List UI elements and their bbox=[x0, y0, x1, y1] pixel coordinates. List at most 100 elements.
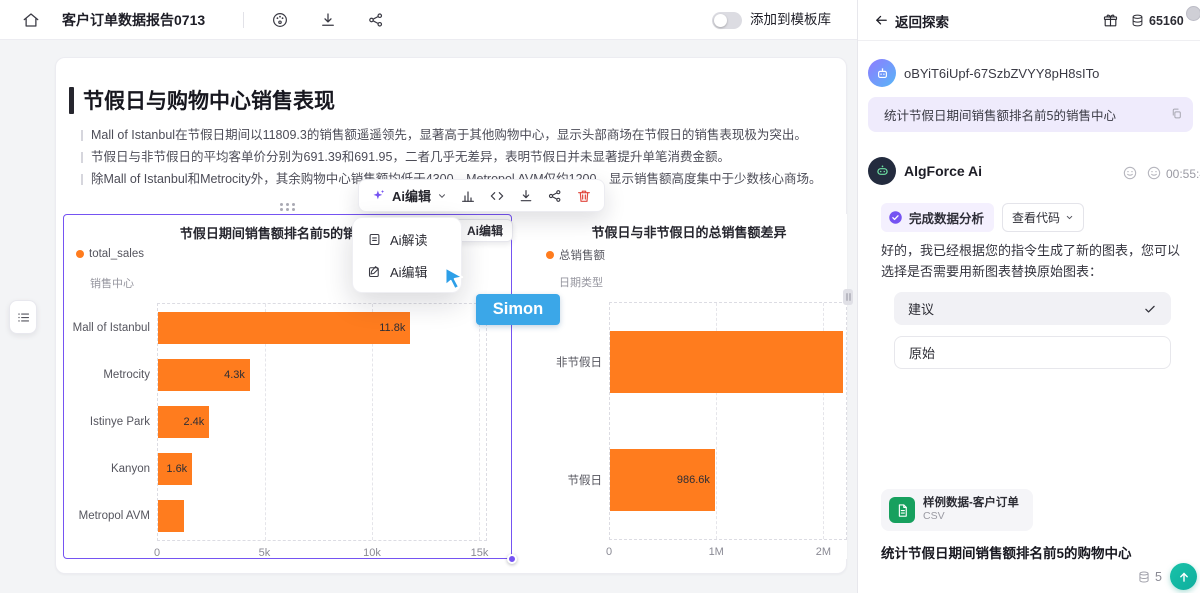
smiley-icon bbox=[1122, 165, 1138, 181]
view-code-button[interactable] bbox=[489, 188, 505, 204]
copy-button[interactable] bbox=[1170, 107, 1183, 120]
x-tick-label: 15k bbox=[471, 547, 489, 559]
chart-holiday-vs-nonholiday[interactable]: 节假日与非节假日的总销售额差异 总销售额 日期类型 非节假日节假日986.6k … bbox=[531, 214, 847, 559]
share-icon bbox=[367, 11, 385, 29]
drag-handle[interactable] bbox=[280, 203, 296, 211]
legend-label: total_sales bbox=[89, 248, 144, 260]
download-report-button[interactable] bbox=[319, 11, 337, 29]
menu-item-label: Ai编辑 bbox=[390, 262, 428, 281]
theme-button[interactable] bbox=[271, 11, 289, 29]
x-tick-label: 2M bbox=[816, 546, 831, 558]
copy-icon bbox=[1170, 107, 1183, 120]
bar-节假日: 986.6k bbox=[610, 449, 715, 511]
menu-item-ai-interpret[interactable]: Ai解读 bbox=[358, 223, 456, 255]
panel-header: 返回探索 65160 bbox=[858, 0, 1200, 41]
legend-marker bbox=[76, 250, 84, 258]
reaction-button[interactable] bbox=[1146, 165, 1162, 181]
datasource-card[interactable]: 样例数据-客户订单 CSV bbox=[881, 489, 1033, 531]
code-icon bbox=[489, 188, 505, 204]
category-label: Istinye Park bbox=[90, 416, 150, 428]
outline-button[interactable] bbox=[9, 300, 37, 334]
back-to-explore-button[interactable]: 返回探索 bbox=[874, 0, 949, 41]
check-icon bbox=[1143, 302, 1157, 316]
collaborator-cursor-icon bbox=[441, 265, 467, 293]
chart-legend: total_sales bbox=[76, 248, 144, 260]
arrow-up-icon bbox=[1177, 570, 1191, 584]
credits-counter[interactable]: 65160 bbox=[1130, 0, 1184, 41]
bar-Istinye Park: 2.4k bbox=[158, 406, 209, 438]
analysis-status-row: 完成数据分析 查看代码 bbox=[881, 203, 1084, 232]
x-tick-label: 10k bbox=[363, 547, 381, 559]
rewards-button[interactable] bbox=[1102, 12, 1119, 29]
category-label: Metropol AVM bbox=[79, 510, 150, 522]
template-toggle[interactable] bbox=[712, 12, 742, 29]
bar-Metrocity: 4.3k bbox=[158, 359, 250, 391]
arrow-left-icon bbox=[874, 13, 889, 28]
ai-robot-icon bbox=[874, 163, 891, 180]
footer-count-value: 5 bbox=[1155, 570, 1162, 584]
interpret-icon bbox=[367, 232, 382, 247]
credits-icon bbox=[1130, 13, 1145, 28]
delete-chart-button[interactable] bbox=[576, 188, 592, 204]
report-card: 节假日与购物中心销售表现 Mall of Istanbul在节假日期间以1180… bbox=[55, 57, 847, 574]
csv-file-icon bbox=[889, 497, 915, 523]
chart-scroll-handle[interactable] bbox=[843, 289, 853, 305]
x-tick-label: 1M bbox=[709, 546, 724, 558]
status-label: 完成数据分析 bbox=[909, 208, 984, 227]
x-tick-label: 5k bbox=[259, 547, 271, 559]
footer-counter: 5 bbox=[1137, 570, 1162, 584]
profile-badge-icon[interactable] bbox=[1186, 6, 1200, 21]
x-axis: 0 1M 2M bbox=[609, 544, 847, 560]
bar-Kanyon: 1.6k bbox=[158, 453, 192, 485]
assistant-name: AlgForce Ai bbox=[904, 163, 982, 179]
editor-section: 客户订单数据报告0713 添加到模板库 节假日与购物中心销售表现 Mall of… bbox=[0, 0, 857, 593]
user-avatar bbox=[868, 59, 896, 87]
message-timestamp: 00:55:4 bbox=[1166, 167, 1200, 181]
user-name: oBYiT6iUpf-67SzbZVYY8pH8sITo bbox=[904, 66, 1099, 81]
user-query-bubble: 统计节假日期间销售额排名前5的销售中心 bbox=[868, 97, 1193, 132]
datasource-type: CSV bbox=[923, 510, 1019, 523]
option-original[interactable]: 原始 bbox=[894, 336, 1171, 369]
template-toggle-label: 添加到模板库 bbox=[750, 0, 831, 40]
scroll-to-top-button[interactable] bbox=[1170, 563, 1197, 590]
trash-icon bbox=[576, 188, 592, 204]
chat-panel: 返回探索 65160 oBYiT6iUpf-67SzbZVYY8pH8sITo … bbox=[857, 0, 1200, 593]
document-title: 客户订单数据报告0713 bbox=[62, 0, 205, 40]
selection-resize-handle[interactable] bbox=[507, 554, 517, 564]
x-tick-label: 0 bbox=[606, 546, 612, 558]
x-tick-label: 0 bbox=[154, 547, 160, 559]
download-icon bbox=[518, 188, 534, 204]
topbar: 客户订单数据报告0713 添加到模板库 bbox=[0, 0, 857, 40]
value-label: 11.8k bbox=[379, 322, 410, 334]
plot-area: 非节假日节假日986.6k bbox=[609, 302, 847, 540]
collaborator-name-tag: Simon bbox=[476, 294, 560, 325]
category-label: 非节假日 bbox=[556, 354, 602, 370]
view-code-button[interactable]: 查看代码 bbox=[1002, 203, 1084, 232]
share-chart-button[interactable] bbox=[547, 188, 563, 204]
reaction-button[interactable] bbox=[1122, 165, 1138, 181]
category-label: Kanyon bbox=[111, 463, 150, 475]
bar-非节假日 bbox=[610, 331, 843, 393]
title-accent-bar bbox=[69, 87, 74, 114]
home-button[interactable] bbox=[22, 11, 40, 29]
chevron-down-icon bbox=[1065, 213, 1074, 222]
share-report-button[interactable] bbox=[367, 11, 385, 29]
back-label: 返回探索 bbox=[895, 11, 949, 31]
option-suggested[interactable]: 建议 bbox=[894, 292, 1171, 325]
stack-icon bbox=[1137, 570, 1151, 584]
user-query-text: 统计节假日期间销售额排名前5的销售中心 bbox=[884, 105, 1116, 124]
y-axis-title: 销售中心 bbox=[90, 275, 134, 291]
chart-title: 节假日与非节假日的总销售额差异 bbox=[531, 222, 847, 241]
ai-edit-badge-label: Ai编辑 bbox=[467, 222, 503, 239]
y-axis-title: 日期类型 bbox=[559, 274, 603, 290]
category-label: 节假日 bbox=[568, 472, 603, 488]
insight-item: 节假日与非节假日的平均客单价分别为691.39和691.95，二者几乎无差异，表… bbox=[81, 150, 837, 165]
ai-edit-dropdown-button[interactable]: Ai编辑 bbox=[371, 186, 447, 205]
download-chart-button[interactable] bbox=[518, 188, 534, 204]
edit-icon bbox=[367, 264, 382, 279]
share-icon bbox=[547, 188, 563, 204]
list-icon bbox=[16, 310, 31, 325]
chart-type-button[interactable] bbox=[460, 188, 476, 204]
assistant-avatar bbox=[868, 157, 896, 185]
palette-icon bbox=[271, 11, 289, 29]
